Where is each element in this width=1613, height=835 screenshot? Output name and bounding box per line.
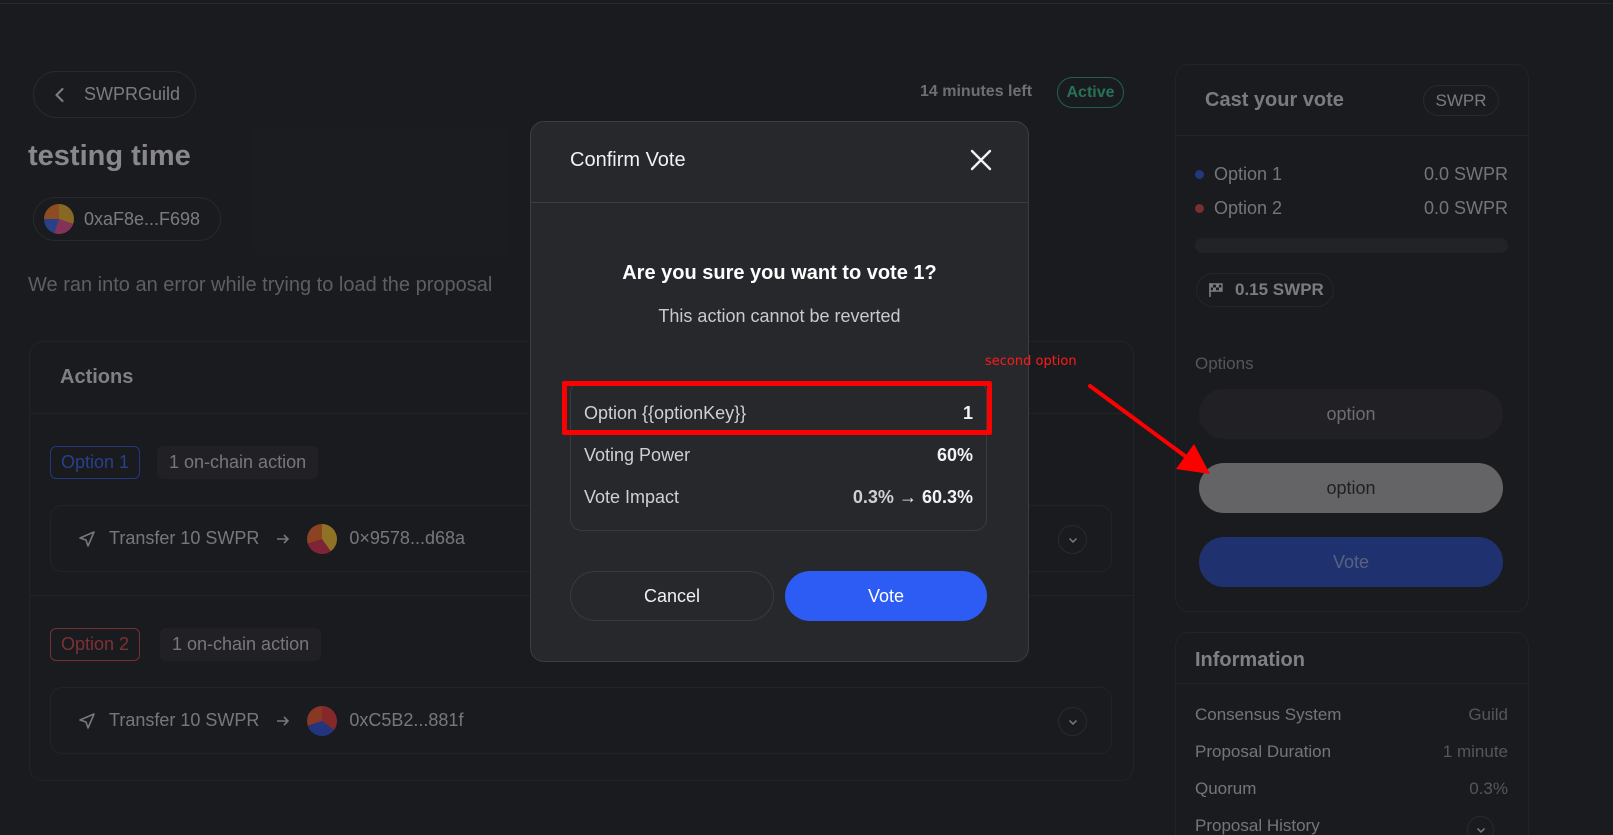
- summary-value: 60%: [936, 445, 973, 465]
- impact-from: 0.3%: [852, 487, 894, 507]
- vote-impact-value: 0.3% → 60.3%: [853, 487, 973, 508]
- summary-row: Vote Impact 0.3% → 60.3%: [584, 487, 973, 508]
- modal-divider: [531, 202, 1028, 203]
- summary-label: Vote Impact: [584, 487, 680, 507]
- summary-label: Voting Power: [584, 445, 691, 465]
- annotation-label: second option: [985, 354, 1077, 369]
- modal-subtitle: This action cannot be reverted: [658, 306, 901, 326]
- summary-row: Voting Power 60%: [584, 445, 973, 466]
- impact-arrow: →: [898, 487, 917, 507]
- confirm-vote-button[interactable]: Vote: [785, 571, 987, 621]
- annotation-highlight-box: [562, 381, 992, 435]
- impact-to: 60.3%: [921, 487, 973, 507]
- cancel-button[interactable]: Cancel: [570, 571, 774, 621]
- modal-title: Confirm Vote: [570, 149, 686, 171]
- modal-question: Are you sure you want to vote 1?: [622, 262, 937, 284]
- close-icon[interactable]: [968, 147, 994, 173]
